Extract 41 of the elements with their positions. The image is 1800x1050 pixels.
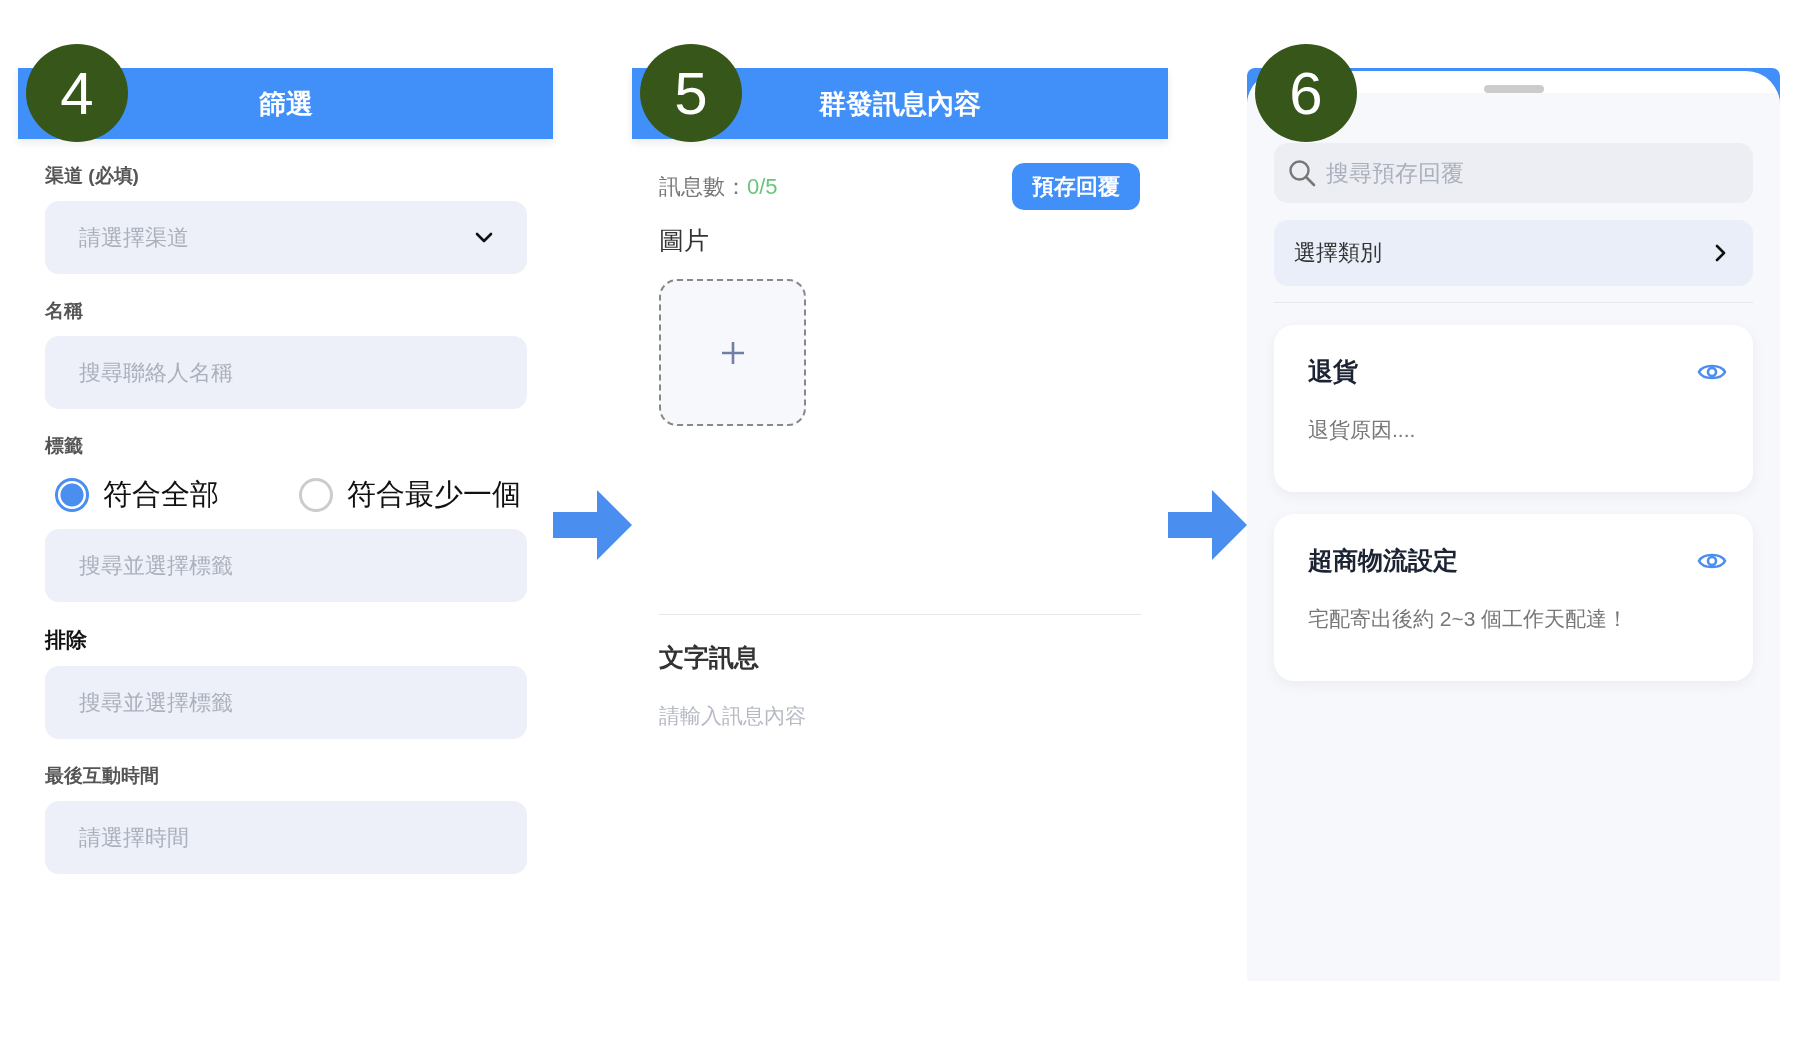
input-field[interactable]: 搜尋並選擇標籤 bbox=[45, 529, 527, 602]
section-label: 圖片 bbox=[659, 225, 710, 256]
step-number-badge: 6 bbox=[1255, 44, 1357, 142]
header-title: 篩選 bbox=[258, 87, 313, 121]
card-text: 退貨原因.... bbox=[1308, 417, 1417, 443]
field-label: 最後互動時間 bbox=[45, 764, 160, 788]
header-title: 群發訊息內容 bbox=[819, 87, 981, 121]
field-label: 渠道 (必填) bbox=[45, 164, 140, 188]
image-upload-box[interactable] bbox=[659, 279, 806, 426]
input-field[interactable]: 搜尋聯絡人名稱 bbox=[45, 336, 527, 409]
radio-button[interactable] bbox=[55, 478, 89, 512]
chevron-right-icon bbox=[1715, 244, 1727, 262]
search-icon bbox=[1288, 159, 1316, 187]
input-field[interactable]: 搜尋並選擇標籤 bbox=[45, 666, 527, 739]
radio-option[interactable]: 符合全部 bbox=[55, 475, 219, 515]
card-title: 超商物流設定 bbox=[1308, 545, 1458, 576]
drag-handle[interactable] bbox=[1483, 85, 1544, 93]
section-label: 文字訊息 bbox=[659, 642, 760, 673]
radio-button[interactable] bbox=[299, 478, 333, 512]
category-selector[interactable]: 選擇類別 bbox=[1274, 220, 1753, 286]
step-number-badge: 5 bbox=[640, 44, 742, 142]
reply-card[interactable]: 退貨 退貨原因.... bbox=[1274, 325, 1753, 492]
arrow-icon bbox=[1168, 490, 1247, 560]
category-label: 選擇類別 bbox=[1294, 239, 1382, 267]
message-count: 訊息數：0/5 bbox=[659, 172, 778, 201]
reply-card[interactable]: 超商物流設定 宅配寄出後約 2~3 個工作天配達！ bbox=[1274, 514, 1753, 681]
radio-option[interactable]: 符合最少一個 bbox=[299, 475, 521, 515]
input-field[interactable]: 請選擇時間 bbox=[45, 801, 527, 874]
arrow-icon bbox=[553, 490, 632, 560]
step-number-badge: 4 bbox=[26, 44, 128, 142]
radio-label: 符合全部 bbox=[103, 477, 219, 512]
radio-label: 符合最少一個 bbox=[347, 477, 521, 512]
search-field[interactable]: 搜尋預存回覆 bbox=[1274, 143, 1753, 203]
chevron-down-icon bbox=[475, 231, 493, 244]
placeholder-text: 請選擇渠道 bbox=[79, 223, 189, 252]
field-label: 標籤 bbox=[45, 434, 84, 458]
field-label: 排除 bbox=[45, 627, 88, 653]
plus-icon bbox=[719, 339, 746, 366]
card-text: 宅配寄出後約 2~3 個工作天配達！ bbox=[1308, 606, 1630, 632]
field-label: 名稱 bbox=[45, 299, 84, 323]
card-title: 退貨 bbox=[1308, 356, 1358, 387]
